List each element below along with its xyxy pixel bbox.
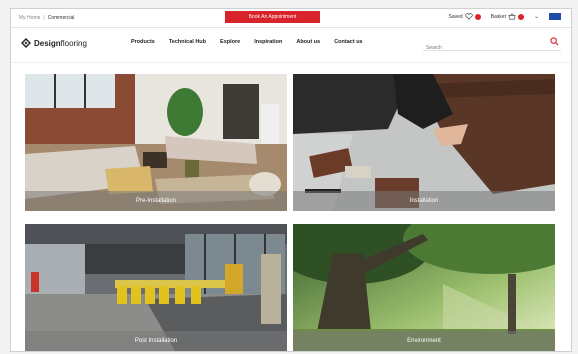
saved-label: Saved [448,13,463,20]
saved-count-badge [474,13,481,20]
breadcrumb-separator: | [43,15,45,21]
tile-pre-installation[interactable]: Pre-Installation [25,74,287,211]
tile-post-installation[interactable]: Post Installation [25,224,287,351]
breadcrumb: My Home | Commercial [19,15,74,21]
book-appointment-button[interactable]: Book An Appointment [225,11,320,23]
header-divider [11,62,571,63]
utility-bar: My Home | Commercial Book An Appointment… [11,9,571,28]
tile-label: Installation [293,191,555,211]
tile-label: Environment [293,331,555,351]
tile-label: Post Installation [25,331,287,351]
browser-page: My Home | Commercial Book An Appointment… [10,8,572,352]
nav-item-explore[interactable]: Explore [220,39,240,45]
main-navigation: Designflooring Products Technical Hub Ex… [11,28,571,58]
nav-item-inspiration[interactable]: Inspiration [254,39,282,45]
basket-link[interactable]: Basket [491,13,524,20]
flag-icon[interactable] [549,13,561,20]
nav-menu: Products Technical Hub Explore Inspirati… [131,39,363,45]
basket-count-badge [517,13,524,20]
heart-icon [465,13,473,20]
tile-environment[interactable]: Environment [293,224,555,351]
logo-text-bold: Design [34,38,61,48]
breadcrumb-home[interactable]: My Home [19,15,40,21]
tile-installation[interactable]: Installation [293,74,555,211]
nav-item-technical-hub[interactable]: Technical Hub [169,39,206,45]
utility-actions: Saved Basket ⌄ [448,13,561,20]
logo-icon [21,38,31,48]
search-icon[interactable] [550,37,559,46]
search-bar [423,36,561,54]
nav-item-products[interactable]: Products [131,39,155,45]
breadcrumb-current: Commercial [47,15,75,21]
nav-item-about-us[interactable]: About us [296,39,320,45]
basket-icon [508,13,516,20]
logo-text-light: flooring [60,38,87,48]
saved-link[interactable]: Saved [448,13,481,20]
nav-item-contact-us[interactable]: Contact us [334,39,362,45]
tile-label: Pre-Installation [25,191,287,211]
chevron-down-icon[interactable]: ⌄ [534,13,539,20]
basket-label: Basket [490,13,506,20]
site-logo[interactable]: Designflooring [21,38,87,48]
search-input[interactable] [423,42,536,54]
